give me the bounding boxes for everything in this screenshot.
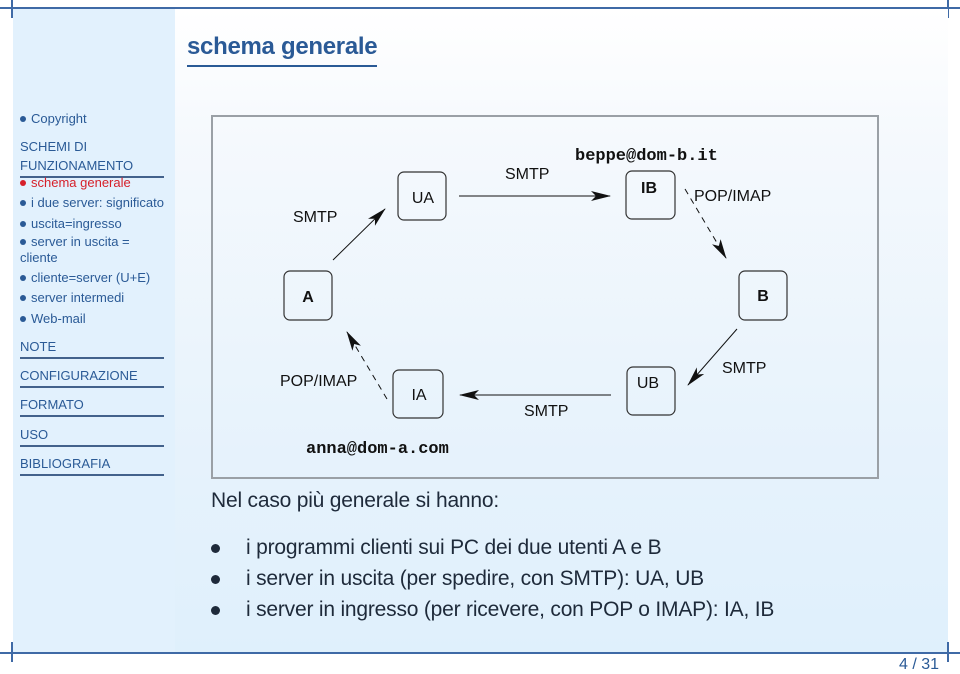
label-smtp-b-ub: SMTP [722,360,766,377]
sidebar-item-schema-generale[interactable]: schema generale [20,175,131,191]
bullet-icon [211,544,220,553]
node-ua-label: UA [412,190,435,207]
page-title: schema generale [187,33,378,67]
arrow-a-to-ua [332,208,386,261]
label-smtp-a-ua: SMTP [293,209,337,226]
sidebar-item-web-mail[interactable]: Web-mail [20,311,86,327]
node-b: B [738,270,788,321]
label-smtp-ua-ib: SMTP [505,166,549,183]
label-popimap-ib-b: POP/IMAP [694,188,771,205]
sidebar-item-copyright[interactable]: Copyright [20,111,87,127]
mail-flow-diagram: A UA IB B IA UB SMTP SMTP POP/IMAP SMTP … [211,115,879,479]
node-ib: IB [625,170,676,220]
bullet-icon [20,115,26,122]
node-ua: UA [397,171,447,221]
sidebar-section-formato[interactable]: FORMATO [20,397,164,417]
bullet-icon [211,606,220,615]
sidebar-section-note[interactable]: NOTE [20,339,164,359]
bullet-icon [211,575,220,584]
sidebar-section-bibliografia[interactable]: BIBLIOGRAFIA [20,456,164,476]
node-ia: IA [392,369,444,419]
bullet-icon [20,315,26,322]
sidebar-item-uscita-ingresso[interactable]: uscita=ingresso [20,216,122,232]
node-ub-label: UB [637,375,659,392]
sidebar-item-i-due-server[interactable]: i due server: significato [20,195,164,211]
bottom-left-tick [11,642,13,662]
address-anna: anna@dom-a.com [306,440,449,459]
sidebar-section-uso[interactable]: USO [20,427,164,447]
node-ia-label: IA [411,387,426,404]
node-ib-label: IB [641,180,657,197]
sidebar-section-configurazione[interactable]: CONFIGURAZIONE [20,368,164,388]
bullet-icon [20,294,26,301]
node-a: A [283,270,333,321]
node-a-label: A [302,289,314,306]
bullet-icon [20,199,26,206]
node-ub: UB [626,366,676,416]
sidebar-item-server-in-uscita-cont[interactable]: cliente [20,250,58,266]
sidebar-section-current[interactable]: SCHEMI DI FUNZIONAMENTO [20,139,164,178]
bottom-rule [0,652,960,654]
bottom-right-tick [947,642,949,662]
intro-text: Nel caso più generale si hanno: [211,489,499,512]
bullet-icon [20,220,26,227]
label-popimap-ia-a: POP/IMAP [280,373,357,390]
bullet-icon [20,274,26,281]
address-beppe: beppe@dom-b.it [575,147,718,166]
bullet-icon [20,238,26,245]
page-number: 4 / 31 [899,656,940,673]
sidebar-item-cliente-server[interactable]: cliente=server (U+E) [20,270,150,286]
label-smtp-ub-ia: SMTP [524,403,568,420]
bullet-icon [20,179,26,186]
node-b-label: B [757,288,769,305]
sidebar-item-server-intermedi[interactable]: server intermedi [20,290,124,306]
sidebar [13,9,175,652]
sidebar-item-server-in-uscita[interactable]: server in uscita = [20,234,130,250]
